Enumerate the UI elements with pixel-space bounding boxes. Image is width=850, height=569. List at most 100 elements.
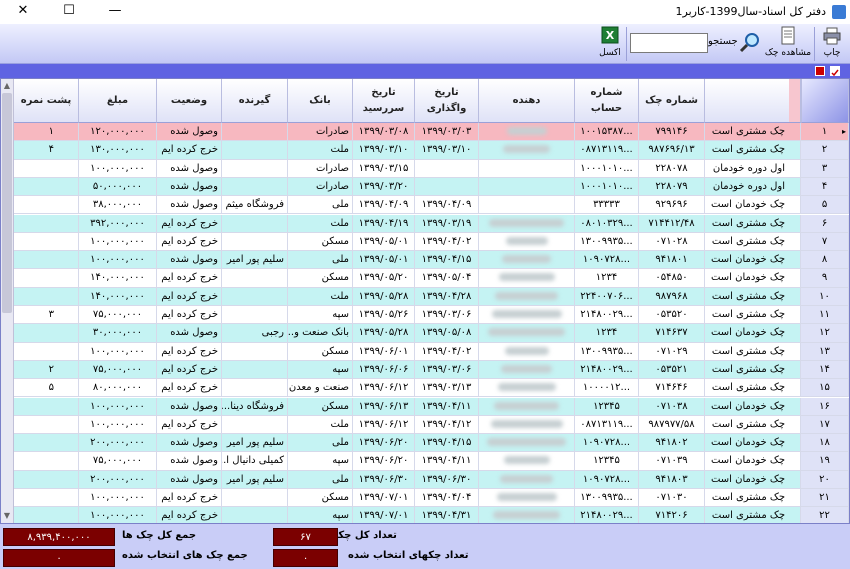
cell-back[interactable]: ۲ xyxy=(14,360,79,380)
cell-status[interactable]: وصول شده xyxy=(157,123,222,142)
cell-amount[interactable]: ۱۰۰,۰۰۰,۰۰۰ xyxy=(79,489,157,508)
cell-giver[interactable] xyxy=(479,306,575,325)
cell-cheque[interactable]: ۷۱۴۴۱۲/۴۸ xyxy=(639,214,705,233)
cell-assign[interactable]: ۱۳۹۹/۰۳/۱۳ xyxy=(415,379,479,398)
cell-status[interactable]: وصول شده xyxy=(157,159,222,178)
cell-bank[interactable]: مسکن xyxy=(288,397,353,416)
cell-receiver[interactable]: فروشگاه دینا... xyxy=(222,397,288,416)
cell-type[interactable]: چک مشتری است xyxy=(705,123,801,142)
cell-giver[interactable] xyxy=(479,196,575,215)
view-cheque-button[interactable]: مشاهده چک xyxy=(764,24,812,64)
cell-giver[interactable] xyxy=(479,269,575,288)
cell-status[interactable]: خرج کرده ایم xyxy=(157,379,222,398)
cell-assign[interactable]: ۱۳۹۹/۰۴/۰۲ xyxy=(415,232,479,252)
cell-bank[interactable]: مسکن xyxy=(288,342,353,361)
cell-status[interactable]: خرج کرده ایم xyxy=(157,141,222,160)
cell-assign[interactable] xyxy=(415,159,479,178)
row-index[interactable]: ۵ xyxy=(801,196,849,215)
cell-amount[interactable]: ۱۰۰,۰۰۰,۰۰۰ xyxy=(79,251,157,270)
cell-giver[interactable] xyxy=(479,415,575,435)
cell-status[interactable]: خرج کرده ایم xyxy=(157,232,222,252)
cell-bank[interactable]: صادرات xyxy=(288,159,353,178)
row-index[interactable]: ۲۱ xyxy=(801,489,849,508)
cell-receiver[interactable]: سلیم پور امیر xyxy=(222,434,288,453)
row-index[interactable]: ۱۵ xyxy=(801,379,849,398)
row-index[interactable]: ۳ xyxy=(801,159,849,178)
cell-cheque[interactable]: ۹۲۹۶۹۶ xyxy=(639,196,705,215)
cell-giver[interactable] xyxy=(479,177,575,197)
cell-back[interactable] xyxy=(14,324,79,343)
column-header-status[interactable]: وضعیت xyxy=(157,79,222,123)
cell-receiver[interactable] xyxy=(222,141,288,160)
cell-bank[interactable]: مسکن xyxy=(288,269,353,288)
cell-receiver[interactable] xyxy=(222,287,288,306)
cell-receiver[interactable] xyxy=(222,507,288,523)
cell-giver[interactable] xyxy=(479,379,575,398)
cell-status[interactable]: وصول شده xyxy=(157,434,222,453)
cell-back[interactable] xyxy=(14,489,79,508)
cell-bank[interactable]: ملی xyxy=(288,251,353,270)
cell-status[interactable]: خرج کرده ایم xyxy=(157,507,222,523)
cell-bank[interactable]: سپه xyxy=(288,360,353,380)
cell-cheque[interactable]: ۰۵۳۵۲۱ xyxy=(639,360,705,380)
row-index[interactable]: ۱۶ xyxy=(801,397,849,416)
column-header-receiver[interactable]: گیرنده xyxy=(222,79,288,123)
cell-type[interactable]: چک مشتری است xyxy=(705,489,801,508)
cell-receiver[interactable]: کمیلی دانیال ا... xyxy=(222,452,288,471)
row-index[interactable]: ۱۹ xyxy=(801,452,849,471)
row-header-corner[interactable] xyxy=(801,79,849,123)
cell-giver[interactable] xyxy=(479,489,575,508)
cell-assign[interactable]: ۱۳۹۹/۰۳/۱۰ xyxy=(415,141,479,160)
cell-amount[interactable]: ۳۰,۰۰۰,۰۰۰ xyxy=(79,324,157,343)
cell-account[interactable]: ...۰۸۰۱۰۳۲۹ xyxy=(575,214,639,233)
cell-account[interactable]: ...۲۲۴۰۰۷۰۶ xyxy=(575,287,639,306)
cell-due[interactable]: ۱۳۹۹/۰۴/۰۹ xyxy=(353,196,415,215)
cell-cheque[interactable]: ۷۱۴۶۳۷ xyxy=(639,324,705,343)
row-index[interactable]: ۸ xyxy=(801,251,849,270)
cell-status[interactable]: خرج کرده ایم xyxy=(157,214,222,233)
cell-assign[interactable]: ۱۳۹۹/۰۴/۲۸ xyxy=(415,287,479,306)
cell-type[interactable]: چک خودمان است xyxy=(705,452,801,471)
row-index[interactable]: ۶ xyxy=(801,214,849,233)
cell-status[interactable]: وصول شده xyxy=(157,251,222,270)
row-index[interactable]: ۱۲ xyxy=(801,324,849,343)
cell-cheque[interactable]: ۹۴۱۸۰۳ xyxy=(639,470,705,489)
cell-cheque[interactable]: ۰۷۱۰۳۹ xyxy=(639,452,705,471)
cell-type[interactable]: اول دوره خودمان xyxy=(705,159,801,178)
cell-receiver[interactable] xyxy=(222,360,288,380)
cell-giver[interactable] xyxy=(479,507,575,523)
cell-cheque[interactable]: ۹۴۱۸۰۲ xyxy=(639,434,705,453)
cell-receiver[interactable] xyxy=(222,123,288,142)
cell-status[interactable]: خرج کرده ایم xyxy=(157,287,222,306)
cell-giver[interactable] xyxy=(479,324,575,343)
cell-due[interactable]: ۱۳۹۹/۰۶/۰۶ xyxy=(353,360,415,380)
cell-due[interactable]: ۱۳۹۹/۰۳/۱۰ xyxy=(353,141,415,160)
cell-account[interactable]: ...۱۰۹۰۷۲۸ xyxy=(575,470,639,489)
cell-account[interactable]: ...۱۳۰۰۹۹۳۵ xyxy=(575,342,639,361)
cell-giver[interactable] xyxy=(479,452,575,471)
cell-due[interactable]: ۱۳۹۹/۰۵/۲۰ xyxy=(353,269,415,288)
cell-cheque[interactable]: ۷۱۴۲۰۶ xyxy=(639,507,705,523)
print-button[interactable]: چاپ xyxy=(816,24,848,64)
cell-amount[interactable]: ۱۴۰,۰۰۰,۰۰۰ xyxy=(79,269,157,288)
cell-assign[interactable]: ۱۳۹۹/۰۴/۰۴ xyxy=(415,489,479,508)
cell-assign[interactable]: ۱۳۹۹/۰۴/۱۲ xyxy=(415,415,479,435)
cell-account[interactable]: ...۱۳۰۰۹۹۳۵ xyxy=(575,232,639,252)
cell-assign[interactable]: ۱۳۹۹/۰۴/۰۹ xyxy=(415,196,479,215)
cell-giver[interactable] xyxy=(479,141,575,160)
cell-assign[interactable]: ۱۳۹۹/۰۴/۱۵ xyxy=(415,434,479,453)
column-header-back-note[interactable]: پشت نمره xyxy=(14,79,79,123)
cell-assign[interactable]: ۱۳۹۹/۰۳/۰۶ xyxy=(415,360,479,380)
cell-amount[interactable]: ۱۴۰,۰۰۰,۰۰۰ xyxy=(79,287,157,306)
cell-amount[interactable]: ۳۹۲,۰۰۰,۰۰۰ xyxy=(79,214,157,233)
cell-status[interactable]: خرج کرده ایم xyxy=(157,360,222,380)
cell-status[interactable]: خرج کرده ایم xyxy=(157,269,222,288)
cell-amount[interactable]: ۲۰۰,۰۰۰,۰۰۰ xyxy=(79,434,157,453)
column-header-bank[interactable]: بانک xyxy=(288,79,353,123)
column-header-due-date[interactable]: تاریخ سررسید xyxy=(353,79,415,123)
cell-assign[interactable]: ۱۳۹۹/۰۳/۰۳ xyxy=(415,123,479,142)
row-index[interactable]: ۲۲ xyxy=(801,507,849,523)
cell-cheque[interactable]: ۰۷۱۰۳۰ xyxy=(639,489,705,508)
cell-giver[interactable] xyxy=(479,232,575,252)
cell-bank[interactable]: ملی xyxy=(288,470,353,489)
